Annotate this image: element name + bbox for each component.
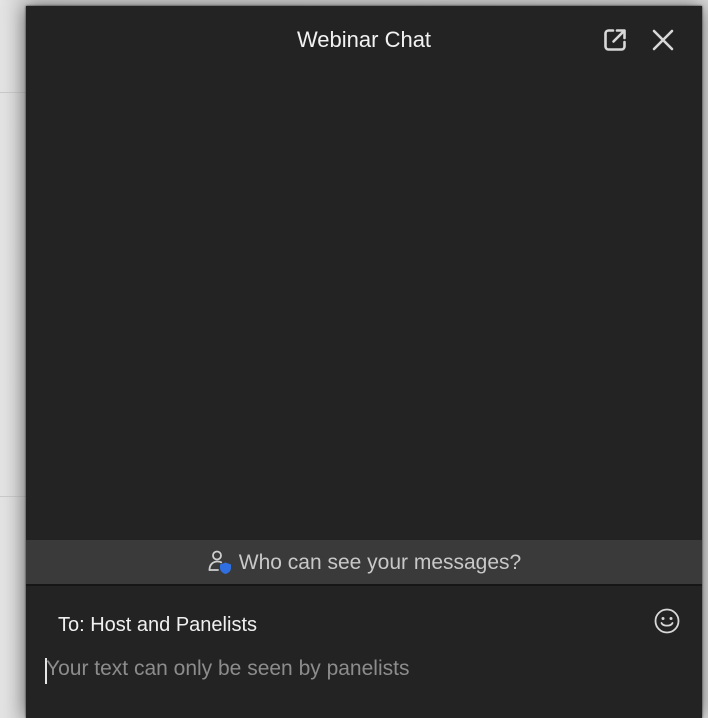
backdrop-divider xyxy=(0,92,26,93)
close-icon xyxy=(651,28,675,57)
message-visibility-notice[interactable]: Who can see your messages? xyxy=(26,540,702,586)
chat-messages-area[interactable] xyxy=(26,74,702,540)
recipient-selector[interactable]: To: Host and Panelists xyxy=(58,613,257,637)
popout-icon xyxy=(602,27,628,58)
emoji-smile-icon xyxy=(653,607,681,640)
chat-titlebar: Webinar Chat xyxy=(26,6,702,74)
close-button[interactable] xyxy=(648,27,678,57)
visibility-notice-label: Who can see your messages? xyxy=(238,551,522,574)
backdrop-divider xyxy=(0,496,26,497)
emoji-button[interactable] xyxy=(652,608,682,638)
webinar-chat-window: Webinar Chat Who can see your messages? … xyxy=(26,6,702,718)
compose-area: To: Host and Panelists xyxy=(26,586,702,718)
popout-button[interactable] xyxy=(600,27,630,57)
message-input[interactable] xyxy=(46,652,666,686)
person-shield-icon xyxy=(207,549,233,575)
